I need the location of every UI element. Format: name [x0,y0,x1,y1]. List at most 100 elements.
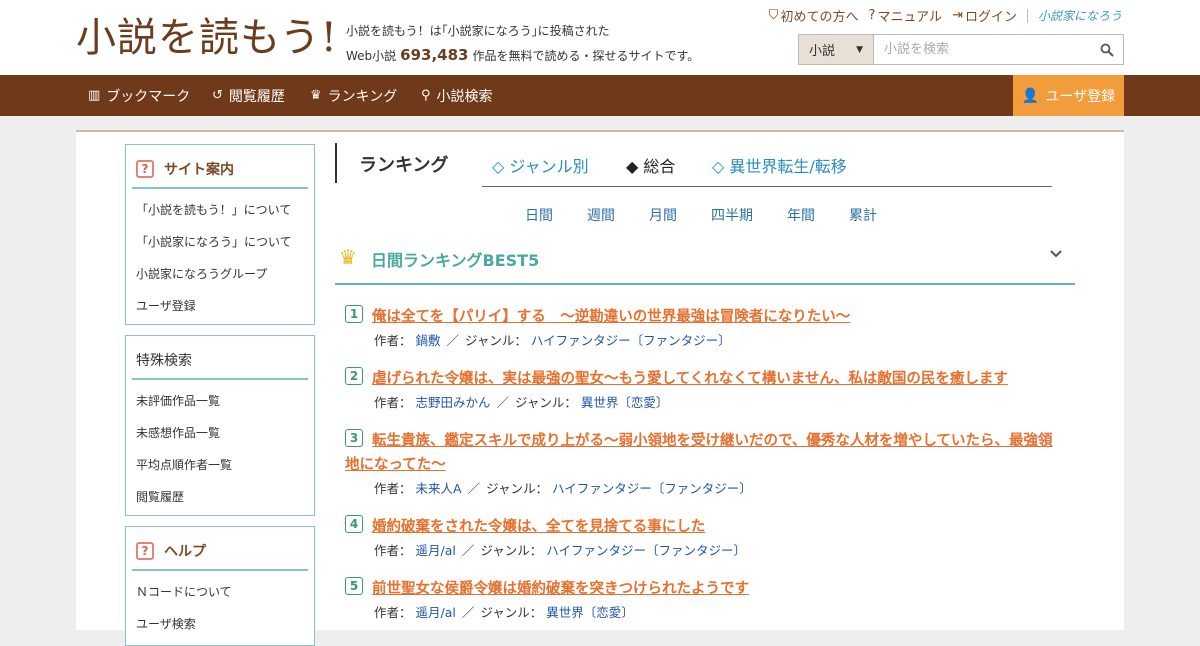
author-link[interactable]: 遥月/al [416,605,456,620]
entry-meta: 作者： 鍋敷／ジャンル： ハイファンタジー〔ファンタジー〕 [374,333,731,348]
shield-icon: ⛉ [768,8,779,23]
crown-icon: ♛ [339,245,357,269]
tab-genre[interactable]: ◇ ジャンル別 [492,153,589,177]
nav-ranking[interactable]: ♛ ランキング [310,75,397,116]
question-icon: ? [136,160,154,178]
ranking-tabs: ランキング ◇ ジャンル別 ◆ 総合 ◇ 異世界転生/転移 [335,143,1075,187]
nav-history[interactable]: ↺ 閲覧履歴 [212,75,285,116]
sidebar-item-about-narou[interactable]: 「小説家になろう」について [136,226,314,258]
ranking-entry: 2 虐げられた令嬢は、実は最強の聖女～もう愛してくれなくて構いません、私は敵国の… [345,367,1065,415]
link-login[interactable]: ⇥ ログイン [952,6,1017,25]
ranking-title: ランキング [359,155,449,176]
tagline-line2: Web小説 693,483 作品を無料で読める・探せるサイトです。 [346,43,699,68]
bookmark-icon: ▥ [88,88,101,103]
nav-bookmark[interactable]: ▥ ブックマーク [88,75,190,116]
special-search-heading: 特殊検索 [132,342,308,380]
search-icon[interactable] [1091,35,1123,64]
search-icon: ⚲ [421,88,431,103]
main-nav: ▥ ブックマーク ↺ 閲覧履歴 ♛ ランキング ⚲ 小説検索 👤 ユーザ登録 [0,75,1200,116]
rank-number-badge: 3 [345,429,363,447]
novel-title-link[interactable]: 前世聖女な侯爵令嬢は婚約破棄を突きつけられたようです [345,577,1065,601]
period-links: 日間 週間 月間 四半期 年間 累計 [335,185,1075,231]
sidebar-item-history[interactable]: 閲覧履歴 [136,481,314,513]
rank-number-badge: 4 [345,515,363,533]
site-tagline: 小説を読もう！は｢小説家になろう｣に投稿された Web小説 693,483 作品を無… [346,19,699,68]
novel-title-link[interactable]: 虐げられた令嬢は、実は最強の聖女～もう愛してくれなくて構いません、私は敵国の民を… [345,367,1065,391]
genre-link[interactable]: ハイファンタジー〔ファンタジー〕 [546,543,746,558]
user-icon: 👤 [1021,87,1040,104]
register-button[interactable]: 👤 ユーザ登録 [1013,75,1124,116]
sidebar-item-no-reviews[interactable]: 未感想作品一覧 [136,417,314,449]
ranking-panel: ランキング ◇ ジャンル別 ◆ 総合 ◇ 異世界転生/転移 日間 週間 月間 四… [335,143,1075,620]
period-total[interactable]: 累計 [849,205,877,225]
tagline-prefix: Web小説 [346,49,397,63]
rank-number-badge: 5 [345,577,363,595]
link-manual[interactable]: ? マニュアル [869,6,943,25]
link-first-visit[interactable]: ⛉ 初めての方へ [769,6,859,25]
tab-isekai[interactable]: ◇ 異世界転生/転移 [712,153,847,177]
sidebar-site-guide: ? サイト案内 「小説を読もう！」について 「小説家になろう」について 小説家にな… [125,144,315,325]
content-area: ? サイト案内 「小説を読もう！」について 「小説家になろう」について 小説家にな… [76,130,1124,646]
ranking-entry: 5 前世聖女な侯爵令嬢は婚約破棄を突きつけられたようです 作者： 遥月/al ／ジ… [345,577,1065,625]
entry-meta: 作者： 遥月/al ／ジャンル： 異世界〔恋愛〕 [374,605,634,620]
search-bar: 小説 ▼ [798,34,1124,65]
period-weekly[interactable]: 週間 [587,205,615,225]
period-daily[interactable]: 日間 [525,205,553,225]
history-icon: ↺ [212,88,223,103]
site-guide-heading: ? サイト案内 [132,151,308,189]
tab-overall[interactable]: ◆ 総合 [626,153,675,177]
novel-title-link[interactable]: 婚約破棄をされた令嬢は、全てを見捨てる事にした [345,515,1065,539]
genre-link[interactable]: 異世界〔恋愛〕 [581,395,669,410]
novel-title-link[interactable]: 転生貴族、鑑定スキルで成り上がる～弱小領地を受け継いだので、優秀な人材を増やして… [345,429,1065,477]
caret-down-icon: ▼ [856,44,863,55]
period-quarterly[interactable]: 四半期 [711,205,753,225]
tagline-line1: 小説を読もう！は｢小説家になろう｣に投稿された [346,24,610,38]
genre-link[interactable]: 異世界〔恋愛〕 [546,605,634,620]
ranking-entry: 4 婚約破棄をされた令嬢は、全てを見捨てる事にした 作者： 遥月/al ／ジャンル… [345,515,1065,563]
daily-ranking-title: 日間ランキングBEST5 [371,251,540,270]
rank-number-badge: 2 [345,367,363,385]
entry-meta: 作者： 遥月/al ／ジャンル： ハイファンタジー〔ファンタジー〕 [374,543,747,558]
question-icon: ? [136,542,154,560]
sidebar-item-ncode[interactable]: Ｎコードについて [136,576,314,608]
top-links: ⛉ 初めての方へ ? マニュアル ⇥ ログイン 小説家になろう [769,6,1122,25]
entry-meta: 作者： 未来人A ／ジャンル： ハイファンタジー〔ファンタジー〕 [374,481,752,496]
genre-link[interactable]: ハイファンタジー〔ファンタジー〕 [531,333,731,348]
help-heading: ? ヘルプ [132,533,308,571]
sidebar-item-register[interactable]: ユーザ登録 [136,290,314,322]
question-circle-icon: ? [868,8,876,23]
separator [1026,8,1028,23]
genre-link[interactable]: ハイファンタジー〔ファンタジー〕 [552,481,752,496]
brand-link[interactable]: 小説家になろう [1038,7,1122,24]
work-count: 693,483 [400,46,469,64]
sidebar-item-user-search[interactable]: ユーザ検索 [136,608,314,640]
tagline-suffix: 作品を無料で読める・探せるサイトです。 [472,49,700,63]
ranking-entry: 1 俺は全てを【パリイ】する 〜逆勘違いの世界最強は冒険者になりたい〜 作者： … [345,305,1065,353]
period-yearly[interactable]: 年間 [787,205,815,225]
sidebar-item-narou-group[interactable]: 小説家になろうグループ [136,258,314,290]
author-link[interactable]: 遥月/al [416,543,456,558]
site-logo[interactable]: 小説を読もう! [76,10,338,66]
sidebar-special-search: 特殊検索 未評価作品一覧 未感想作品一覧 平均点順作者一覧 閲覧履歴 [125,335,315,516]
sidebar-help: ? ヘルプ Ｎコードについて ユーザ検索 [125,526,315,646]
rank-number-badge: 1 [345,305,363,323]
author-link[interactable]: 鍋敷 [416,333,441,348]
search-input[interactable] [874,35,1091,64]
crown-icon: ♛ [310,88,322,103]
author-link[interactable]: 未来人A [416,481,462,496]
author-link[interactable]: 志野田みかん [416,395,491,410]
login-icon: ⇥ [952,8,963,23]
nav-search[interactable]: ⚲ 小説検索 [421,75,493,116]
site-header: 小説を読もう! 小説を読もう！は｢小説家になろう｣に投稿された Web小説 693… [0,0,1200,75]
period-monthly[interactable]: 月間 [649,205,677,225]
ranking-entry: 3 転生貴族、鑑定スキルで成り上がる～弱小領地を受け継いだので、優秀な人材を増や… [345,429,1065,501]
chevron-down-icon[interactable] [1049,247,1063,263]
sidebar-item-unrated[interactable]: 未評価作品一覧 [136,385,314,417]
entry-meta: 作者： 志野田みかん／ジャンル： 異世界〔恋愛〕 [374,395,669,410]
sidebar-item-author-avg[interactable]: 平均点順作者一覧 [136,449,314,481]
novel-title-link[interactable]: 俺は全てを【パリイ】する 〜逆勘違いの世界最強は冒険者になりたい〜 [345,305,1065,329]
daily-ranking-header[interactable]: ♛ 日間ランキングBEST5 [335,241,1075,285]
sidebar-item-about-yomou[interactable]: 「小説を読もう！」について [136,194,314,226]
search-category-select[interactable]: 小説 ▼ [799,35,874,64]
title-bar [335,143,337,183]
